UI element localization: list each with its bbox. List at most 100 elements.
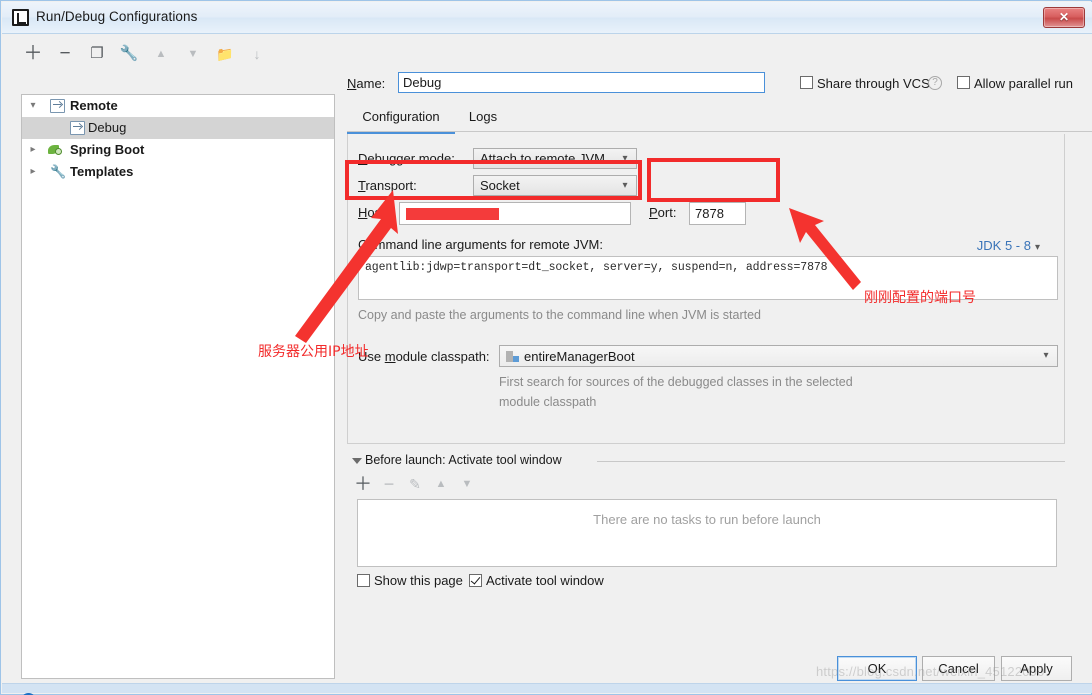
collapse-triangle-icon[interactable] — [352, 458, 362, 464]
module-classpath-select[interactable]: entireManagerBoot ▾ — [499, 345, 1058, 367]
edit-task-button[interactable]: ✎ — [403, 472, 427, 496]
chevron-down-icon: ▾ — [622, 180, 628, 191]
plus-icon: ＋ — [354, 474, 372, 494]
move-task-down-button[interactable]: ▼ — [455, 472, 479, 496]
module-hint-line-2: module classpath — [499, 395, 597, 409]
triangle-up-icon: ▲ — [435, 478, 447, 490]
debugger-mode-value: Attach to remote JVM — [480, 151, 605, 166]
host-annotation-text: 服务器公用IP地址 — [258, 344, 369, 360]
folder-plus-icon: 📁 — [216, 46, 234, 62]
dialog-content: ＋ − ❐ 🔧 ▲ ▼ 📁 ↓ ▾ Remote Debug ▸ Spring … — [2, 34, 1092, 695]
close-button[interactable]: ✕ — [1043, 7, 1085, 28]
add-task-button[interactable]: ＋ — [351, 472, 375, 496]
debugger-mode-label: Debugger mode: — [358, 151, 455, 166]
show-this-page-label: Show this page — [374, 573, 463, 588]
window-frame: Run/Debug Configurations ✕ ＋ − ❐ 🔧 ▲ ▼ 📁… — [0, 0, 1092, 695]
remote-icon — [70, 121, 85, 135]
cmdline-label: Command line arguments for remote JVM: — [358, 237, 603, 252]
title-bar: Run/Debug Configurations ✕ — [2, 2, 1092, 34]
move-task-up-button[interactable]: ▲ — [429, 472, 453, 496]
module-hint-line-1: First search for sources of the debugged… — [499, 375, 853, 389]
window-bottom-strip — [2, 683, 1092, 693]
section-divider — [597, 461, 1065, 462]
copy-configuration-button[interactable]: ❐ — [85, 42, 109, 66]
chevron-down-icon: ▾ — [622, 153, 628, 164]
tree-node-label: Remote — [70, 98, 118, 113]
module-icon — [506, 350, 519, 362]
triangle-down-icon: ▼ — [461, 478, 473, 490]
name-input[interactable] — [398, 72, 765, 93]
share-through-vcs-checkbox[interactable] — [800, 76, 813, 89]
configuration-editor-panel: Name: Share through VCS ? Allow parallel… — [347, 34, 1092, 686]
tree-node-templates[interactable]: ▸ 🔧 Templates — [22, 161, 334, 183]
share-through-vcs-label: Share through VCS — [817, 76, 930, 91]
allow-parallel-run-checkbox[interactable] — [957, 76, 970, 89]
minus-icon: − — [383, 474, 395, 494]
before-launch-title: Before launch: Activate tool window — [365, 453, 562, 467]
watermark: https://blog.csdn.net/weixin_45122090 — [816, 664, 1045, 679]
move-up-button[interactable]: ▲ — [149, 42, 173, 66]
twisty-collapsed-icon[interactable]: ▸ — [26, 139, 40, 161]
configurations-toolbar: ＋ − ❐ 🔧 ▲ ▼ 📁 ↓ — [21, 42, 321, 70]
wrench-icon: 🔧 — [119, 45, 139, 62]
tree-node-label: Templates — [70, 164, 134, 179]
chevron-down-icon: ▾ — [1043, 350, 1049, 361]
host-label: Host: — [358, 205, 389, 220]
editor-tabs: Configuration Logs — [347, 104, 1092, 134]
jdk-version-selector[interactable]: JDK 5 - 8 ▾ — [977, 238, 1040, 253]
tab-configuration[interactable]: Configuration — [347, 104, 455, 134]
before-launch-header: Before launch: Activate tool window — [347, 453, 1065, 469]
host-input[interactable] — [399, 202, 631, 225]
spring-boot-icon — [48, 143, 63, 157]
port-label: Port: — [649, 205, 677, 220]
tab-logs[interactable]: Logs — [459, 104, 507, 131]
chevron-down-icon: ▾ — [1034, 242, 1040, 253]
module-classpath-label: Use module classpath: — [358, 349, 490, 364]
minus-icon: − — [59, 43, 71, 64]
tree-node-remote[interactable]: ▾ Remote — [22, 95, 334, 117]
twisty-collapsed-icon[interactable]: ▸ — [26, 161, 40, 183]
copy-paste-hint: Copy and paste the arguments to the comm… — [358, 308, 761, 322]
tab-separator — [347, 131, 1092, 132]
jdk-version-label: JDK 5 - 8 — [976, 238, 1031, 253]
tree-node-spring-boot[interactable]: ▸ Spring Boot — [22, 139, 334, 161]
pencil-icon: ✎ — [409, 476, 421, 492]
edit-templates-button[interactable]: 🔧 — [21, 42, 139, 66]
allow-parallel-run-label: Allow parallel run — [974, 76, 1073, 91]
host-value-redaction — [406, 208, 499, 220]
empty-task-list-message: There are no tasks to run before launch — [593, 512, 821, 527]
module-classpath-value: entireManagerBoot — [524, 349, 635, 364]
remove-configuration-button[interactable]: − — [53, 42, 77, 66]
sort-az-icon: ↓ — [253, 46, 261, 62]
transport-value: Socket — [480, 178, 520, 193]
tree-node-debug[interactable]: Debug — [22, 117, 334, 139]
close-icon: ✕ — [1058, 10, 1070, 24]
tree-node-label: Debug — [88, 120, 127, 135]
triangle-up-icon: ▲ — [155, 48, 167, 60]
run-debug-configurations-dialog: Run/Debug Configurations ✕ ＋ − ❐ 🔧 ▲ ▼ 📁… — [0, 0, 1092, 695]
name-label: Name: — [347, 76, 386, 91]
debugger-mode-select[interactable]: Attach to remote JVM ▾ — [473, 148, 637, 169]
cmdline-arguments-value: agentlib:jdwp=transport=dt_socket, serve… — [365, 261, 828, 274]
before-launch-task-list[interactable]: There are no tasks to run before launch — [357, 499, 1057, 567]
twisty-expanded-icon[interactable]: ▾ — [26, 95, 40, 117]
configurations-tree[interactable]: ▾ Remote Debug ▸ Spring Boot ▸ 🔧 Templat… — [21, 94, 335, 679]
window-title: Run/Debug Configurations — [36, 9, 198, 24]
copy-icon: ❐ — [90, 45, 104, 62]
transport-label: Transport: — [358, 178, 417, 193]
remote-icon — [50, 99, 65, 113]
share-vcs-help-icon[interactable]: ? — [928, 76, 942, 90]
before-launch-toolbar: ＋ − ✎ ▲ ▼ — [347, 472, 747, 496]
triangle-down-icon: ▼ — [187, 48, 199, 60]
remove-task-button[interactable]: − — [377, 472, 401, 496]
create-folder-button[interactable]: 📁 — [213, 42, 237, 66]
port-input[interactable] — [689, 202, 746, 225]
activate-tool-window-checkbox[interactable] — [469, 574, 482, 587]
show-this-page-checkbox[interactable] — [357, 574, 370, 587]
move-down-button[interactable]: ▼ — [181, 42, 205, 66]
tree-node-label: Spring Boot — [70, 142, 145, 157]
sort-alphabetically-button[interactable]: ↓ — [245, 42, 269, 66]
intellij-idea-icon — [12, 9, 29, 26]
wrench-icon: 🔧 — [50, 164, 67, 179]
transport-select[interactable]: Socket ▾ — [473, 175, 637, 196]
